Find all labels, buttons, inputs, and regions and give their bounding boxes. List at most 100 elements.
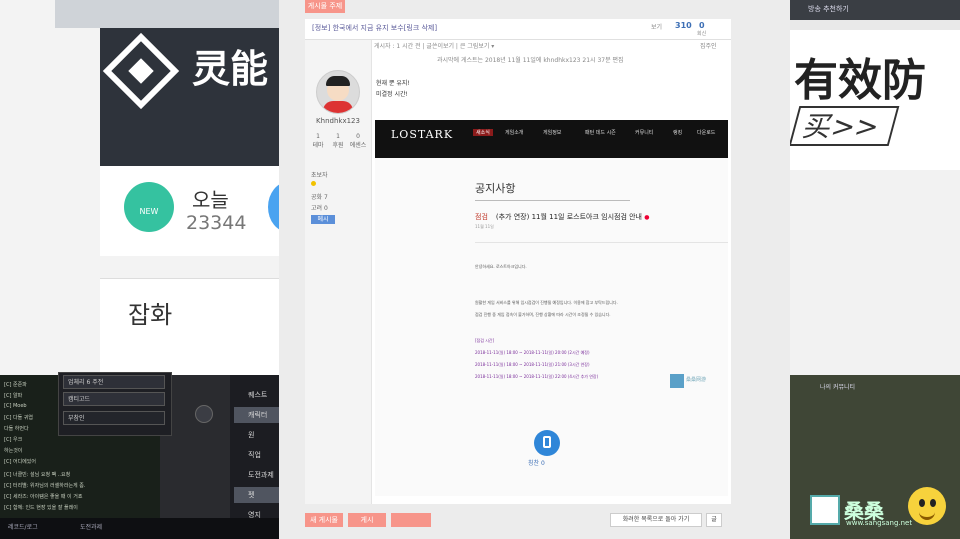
notice-date: 11월 11일 <box>475 224 494 229</box>
stat-label: 후원 <box>332 142 344 149</box>
map-pin-icon[interactable] <box>195 405 213 423</box>
stat-value: 23344 <box>186 212 247 234</box>
stat-value: 1 <box>316 133 320 140</box>
watermark-icon <box>670 374 684 388</box>
notice-line: 2018-11-11(일) 18:00 ~ 2018-11-11(일) 21:0… <box>475 362 590 367</box>
embed-nav-item: 게임정보 <box>543 130 562 136</box>
quest-row[interactable]: 부참인 <box>63 411 165 425</box>
stat-label: 테마 <box>312 142 324 149</box>
section-box: 잡화 <box>100 278 280 381</box>
right-gray-area <box>790 170 960 375</box>
stat-value: 1 <box>336 133 340 140</box>
top-button[interactable]: 글 <box>706 513 722 527</box>
forum-tab[interactable]: 게시물 주제 <box>305 0 345 13</box>
right-mini-title: 방송 추천하기 <box>808 5 849 13</box>
embed-nav-item: 새소식 <box>473 129 493 136</box>
watermark: 桑桑网游 <box>670 374 710 392</box>
background-top-strip <box>55 0 280 28</box>
like-label: 칭찬 0 <box>528 460 545 467</box>
like-button[interactable] <box>534 430 560 456</box>
notice-category: 점검 <box>475 213 488 221</box>
chat-line: [C] 너클빈: 설님 요청 팩 ..요청 <box>4 472 71 478</box>
notice-line: [점검 시간] <box>475 338 495 343</box>
notice-title: 공지사항 <box>475 182 516 195</box>
embed-nav-item: 다운로드 <box>697 130 716 136</box>
stat-box: NEW 오늘 23344 <box>100 166 308 256</box>
notice-divider <box>475 200 630 201</box>
calendar-icon: NEW <box>124 182 174 232</box>
bottom-tab[interactable]: 레코드/로그 <box>8 522 38 531</box>
right-banner-text: 有效防 <box>794 55 926 106</box>
stat-label: 오늘 <box>192 188 229 212</box>
chat-line: [C] 준준파 <box>4 382 27 388</box>
author-field: 고려 0 <box>311 205 328 212</box>
reply-label: 회신 <box>697 31 707 37</box>
chat-line: 하는것이 <box>4 448 23 454</box>
blank-button[interactable] <box>391 513 431 527</box>
new-post-button[interactable]: 새 게시물 <box>305 513 343 527</box>
notice-post-title: 점검 (추가 연장) 11월 11일 로스트아크 임시점검 안내 ● <box>475 213 650 221</box>
bottom-tab[interactable]: 도전과제 <box>80 522 102 531</box>
notice-line: 점검 진행 중 게임 접속이 불가하며, 진행 상황에 따라 시간이 조정될 수… <box>475 312 611 317</box>
stat-value: 0 <box>356 133 360 140</box>
embedded-site-nav: LOSTARK 새소식 게임소개 게임정보 패턴 데드 시즌 커뮤니티 랭킹 다… <box>375 120 728 158</box>
chat-line: [C] 어디에있어 <box>4 459 36 465</box>
rank-star-icon <box>311 181 316 186</box>
quest-row[interactable]: 캠티고드 <box>63 392 165 406</box>
embed-nav-item: 패턴 데드 시즌 <box>585 130 616 136</box>
notice-separator <box>475 242 728 243</box>
chat-line: 다들 하먼다 <box>4 426 29 432</box>
background-banner: 灵能 <box>100 28 280 166</box>
stat-label: 에센스 <box>349 142 367 149</box>
post-button[interactable]: 게시 <box>348 513 386 527</box>
author-username[interactable]: Khndhkx123 <box>309 117 367 125</box>
chat-line: [C] Moeb <box>4 403 27 409</box>
chat-line: [C] 우크 <box>4 437 23 443</box>
sangsang-logo-icon <box>810 495 840 525</box>
embed-nav-item: 랭킹 <box>673 130 683 136</box>
reply-count: 0 <box>699 21 705 30</box>
chat-line: [C] 함께: 인드 현장 있을 잘 플레이 <box>4 505 78 511</box>
sangsang-logo-url: www.sangsang.net <box>846 519 913 527</box>
views-count: 310 <box>675 21 692 30</box>
post-meta-row: 게시자 : 1 시간 전 | 글쓴이보기 | 큰 그림보기 ▾ 집주인 <box>374 40 730 52</box>
game-quest-panel: 업체리 6 주전 캠티고드 부참인 <box>58 372 172 436</box>
lostark-logo: LOSTARK <box>391 128 454 141</box>
post-body-line: 미결정 시간! <box>376 91 408 98</box>
notice-line: 2018-11-11(일) 18:00 ~ 2018-11-11(일) 22:0… <box>475 374 599 379</box>
notice-line: 안녕하세요. 로스트아크입니다. <box>475 264 527 269</box>
post-meta[interactable]: 게시자 : 1 시간 전 | 글쓴이보기 | 큰 그림보기 ▾ <box>374 41 494 50</box>
post-body-line: 현재 뿐 유지! <box>376 80 410 87</box>
message-button[interactable]: 메시 <box>311 215 335 224</box>
chat-line: [C] 세라즈: 아이템은 좋을 때 이 거죠 <box>4 494 83 500</box>
notice-line: 원활한 게임 서비스를 위해 임시점검이 진행될 예정입니다. 이용에 참고 부… <box>475 300 618 305</box>
quest-row[interactable]: 업체리 6 주전 <box>63 375 165 389</box>
thumbs-up-icon <box>543 436 551 448</box>
floor-label: 집주인 <box>700 43 717 50</box>
banner-logo-icon <box>102 32 180 110</box>
edit-note: 과시막에 게스트는 2018년 11월 11일에 khndhkx123 21시 … <box>437 57 624 64</box>
section-title: 잡화 <box>128 301 173 329</box>
notice-line: 2018-11-11(일) 18:00 ~ 2018-11-11(일) 20:0… <box>475 350 590 355</box>
views-label: 보기 <box>651 24 663 31</box>
right-ad-banner: 有效防 买>> <box>788 30 960 170</box>
banner-text: 灵能 <box>192 47 269 91</box>
post-title[interactable]: [정보] 한국에서 지금 유지 보수[링크 삭제] <box>312 23 437 33</box>
author-stats: 1 테마 1 후원 0 에센스 <box>308 132 368 162</box>
game-bottom-bar: 레코드/로그 도전과제 <box>0 518 300 539</box>
back-to-list-button[interactable]: 화려한 목록으로 돌아 가기 <box>610 513 702 527</box>
smiley-emoji-icon <box>908 487 946 525</box>
right-banner-button[interactable]: 买>> <box>788 106 900 146</box>
chat-line: [C] 알파 <box>4 393 23 399</box>
embed-nav-item: 커뮤니티 <box>635 130 654 136</box>
avatar[interactable] <box>316 70 360 114</box>
chat-line: [C] 터리별: 위자님의 러셀하라는게 좀. <box>4 483 86 489</box>
chat-line: [C] 다들 귀엽 <box>4 415 33 421</box>
post-title-row: [정보] 한국에서 지금 유지 보수[링크 삭제] 보기 310 0 회신 <box>305 19 731 40</box>
embed-nav-item: 게임소개 <box>505 130 524 136</box>
author-rank: 초보자 <box>311 172 328 179</box>
author-field: 공화 7 <box>311 194 328 201</box>
watermark-text: 桑桑网游 <box>686 377 707 383</box>
author-sidebar: Khndhkx123 1 테마 1 후원 0 에센스 초보자 공화 7 고려 0 메시 <box>305 40 372 504</box>
right-game-text: 나의 커뮤니티 <box>820 384 856 391</box>
